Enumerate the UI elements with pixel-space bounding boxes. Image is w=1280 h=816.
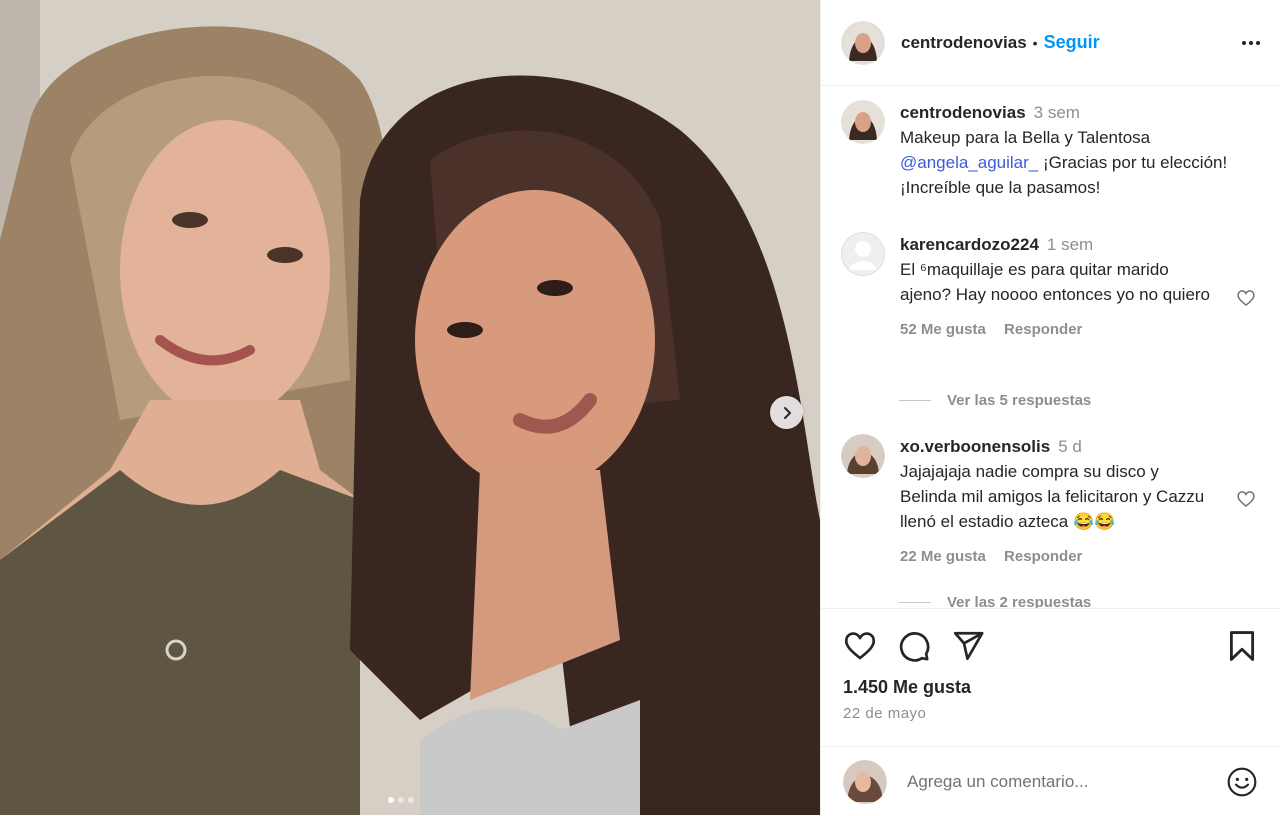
follow-button[interactable]: Seguir [1044,32,1100,53]
likes-count[interactable]: 1.450 Me gusta [843,677,971,698]
caption: centrodenovias 3 sem Makeup para la Bella… [841,100,1241,200]
like-comment-heart-icon[interactable] [1236,489,1256,509]
profile-avatar-image [841,20,885,65]
avatar[interactable] [841,20,885,65]
comment-body: xo.verboonensolis 5 d Jajajajaja nadie co… [900,434,1220,569]
post-header: centrodenovias • Seguir [821,0,1280,86]
comment-meta: 22 Me gusta Responder [900,544,1220,569]
comment-item: karencardozo224 1 sem El ⁶maquillaje es p… [841,232,1241,342]
comment-icon[interactable] [897,629,931,663]
comment-username[interactable]: karencardozo224 [900,235,1039,254]
current-user-avatar-image [843,759,887,804]
like-comment-heart-icon[interactable] [1236,288,1256,308]
replies-divider [899,400,931,401]
avatar[interactable] [841,232,885,276]
carousel-indicator [388,797,414,803]
view-replies-label: Ver las 2 respuestas [947,594,1092,608]
post-actions: 1.450 Me gusta 22 de mayo [821,608,1280,816]
profile-avatar-image [841,100,885,144]
caption-mention[interactable]: @angela_aguilar_ [900,153,1038,172]
like-heart-icon[interactable] [843,629,877,663]
comment-text: El ⁶maquillaje es para quitar marido aje… [900,260,1211,304]
separator-dot: • [1032,34,1038,51]
add-comment-bar [821,746,1280,816]
profile-avatar-image [841,434,885,478]
comment-username[interactable]: xo.verboonensolis [900,437,1050,456]
post-image [0,0,820,815]
action-icons [843,629,1259,663]
carousel-dot [388,797,394,803]
comment-text: Jajajajaja nadie compra su disco y Belin… [900,462,1205,531]
next-photo-button[interactable] [770,396,803,429]
carousel-dot [398,797,404,803]
comment-likes[interactable]: 22 Me gusta [900,548,986,565]
comment-time[interactable]: 1 sem [1047,235,1093,254]
view-replies-button[interactable]: Ver las 5 respuestas [899,392,1091,409]
post-side-panel: centrodenovias • Seguir centrodenovias 3 … [820,0,1280,815]
comment-meta: 52 Me gusta Responder [900,317,1220,342]
reply-button[interactable]: Responder [1004,548,1082,565]
comment-item: xo.verboonensolis 5 d Jajajajaja nadie co… [841,434,1241,569]
share-send-icon[interactable] [951,629,985,663]
default-avatar-icon [841,232,885,276]
save-bookmark-icon[interactable] [1225,629,1259,663]
emoji-icon[interactable] [1226,766,1258,798]
caption-username[interactable]: centrodenovias [900,103,1026,122]
caption-text: Makeup para la Bella y Talentosa [900,128,1151,147]
comment-body: karencardozo224 1 sem El ⁶maquillaje es p… [900,232,1220,342]
avatar[interactable] [841,100,885,144]
post-photo[interactable] [0,0,820,815]
carousel-dot [408,797,414,803]
comment-likes[interactable]: 52 Me gusta [900,321,986,338]
reply-button[interactable]: Responder [1004,321,1082,338]
chevron-right-icon [783,406,791,419]
comments-list[interactable]: centrodenovias 3 sem Makeup para la Bella… [821,86,1280,608]
comment-time[interactable]: 5 d [1058,437,1082,456]
view-replies-label: Ver las 5 respuestas [947,392,1092,409]
post-date[interactable]: 22 de mayo [843,705,926,722]
add-comment-input[interactable] [905,770,1209,793]
caption-time[interactable]: 3 sem [1034,103,1080,122]
avatar[interactable] [841,434,885,478]
more-options-icon[interactable] [1242,40,1260,45]
replies-divider [899,602,931,603]
caption-body: centrodenovias 3 sem Makeup para la Bella… [900,100,1241,200]
avatar [843,759,887,804]
view-replies-button[interactable]: Ver las 2 respuestas [899,594,1091,608]
post-author-username[interactable]: centrodenovias [901,33,1027,53]
